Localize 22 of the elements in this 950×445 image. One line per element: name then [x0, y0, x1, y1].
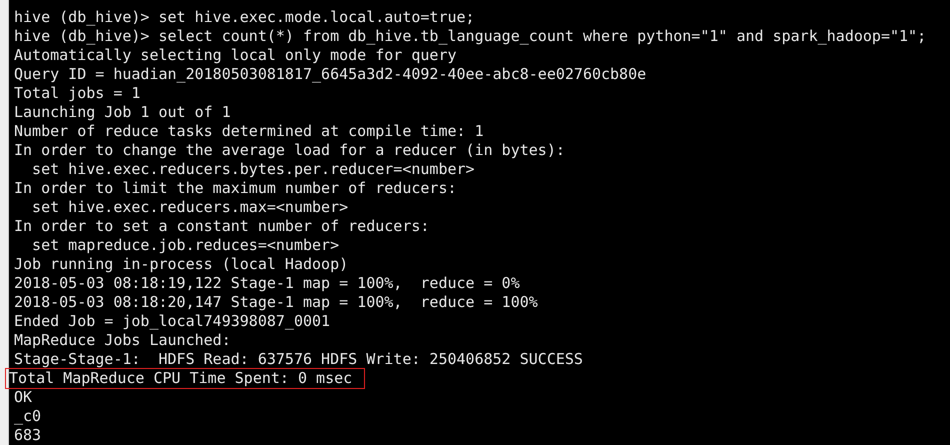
terminal-line: Automatically selecting local only mode for query [13, 46, 457, 65]
terminal-line: Total jobs = 1 [13, 84, 140, 103]
terminal-line: Number of reduce tasks determined at compile time: 1 [13, 122, 484, 141]
terminal-line: hive (db_hive)> select count(*) from db_hive.tb_language_count where python="1" and spark_hadoop="1"; [13, 27, 926, 46]
terminal-line: set hive.exec.reducers.bytes.per.reducer=<number> [31, 160, 475, 179]
terminal-line: Ended Job = job_local749398087_0001 [13, 312, 330, 331]
terminal-line: _c0 [13, 407, 42, 426]
terminal-line: Launching Job 1 out of 1 [13, 103, 231, 122]
terminal-line: set mapreduce.job.reduces=<number> [31, 236, 340, 255]
terminal-line: MapReduce Jobs Launched: [13, 331, 231, 350]
terminal-line: 683 [13, 426, 42, 445]
terminal-line: Query ID = huadian_20180503081817_6645a3d2-4092-40ee-abc8-ee02760cb80e [13, 65, 646, 84]
terminal-line: set hive.exec.reducers.max=<number> [31, 198, 348, 217]
terminal-line: Job running in-process (local Hadoop) [13, 255, 348, 274]
terminal-line: hive (db_hive)> set hive.exec.mode.local.auto=true; [13, 8, 475, 27]
terminal-line: OK [13, 388, 32, 407]
terminal-line: Stage-Stage-1: HDFS Read: 637576 HDFS Write: 250406852 SUCCESS [13, 350, 583, 369]
terminal-line: 2018-05-03 08:18:19,122 Stage-1 map = 100%, reduce = 0% [13, 274, 520, 293]
terminal-line: 2018-05-03 08:18:20,147 Stage-1 map = 100%, reduce = 100% [13, 293, 538, 312]
terminal-line: In order to limit the maximum number of reducers: [13, 179, 457, 198]
terminal-line: In order to set a constant number of reducers: [13, 217, 430, 236]
terminal-line: In order to change the average load for a reducer (in bytes): [13, 141, 565, 160]
